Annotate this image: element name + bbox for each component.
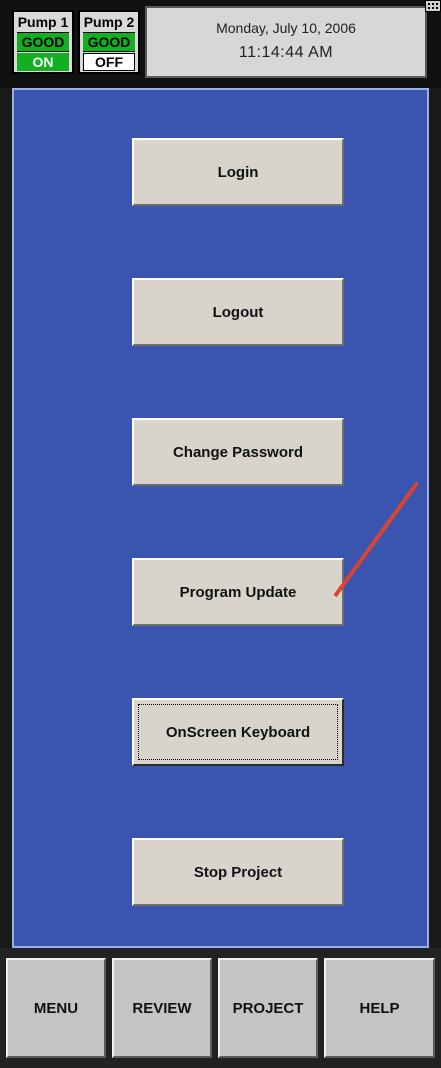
time-label: 11:14:44 AM <box>238 44 334 61</box>
status-header: Pump 1 GOOD ON Pump 2 GOOD OFF Monday, J… <box>0 0 441 88</box>
menu-nav-label: MENU <box>33 999 79 1017</box>
project-nav-label: PROJECT <box>232 999 304 1017</box>
logout-button[interactable]: Logout <box>132 278 344 346</box>
login-button-label: Login <box>217 163 259 181</box>
stop-project-button[interactable]: Stop Project <box>132 838 344 906</box>
pump-2-status: GOOD <box>83 32 135 52</box>
date-label: Monday, July 10, 2006 <box>216 20 356 36</box>
stop-project-button-label: Stop Project <box>193 863 283 881</box>
onscreen-keyboard-button[interactable]: OnScreen Keyboard <box>132 698 344 766</box>
review-nav-label: REVIEW <box>132 999 192 1017</box>
pump-2-state: OFF <box>83 53 135 71</box>
focus-ring <box>138 704 338 760</box>
logout-button-label: Logout <box>212 303 264 321</box>
help-nav-label: HELP <box>359 999 400 1017</box>
pump-1-panel: Pump 1 GOOD ON <box>12 10 74 74</box>
login-button[interactable]: Login <box>132 138 344 206</box>
pump-1-name: Pump 1 <box>17 14 69 30</box>
help-nav-button[interactable]: HELP <box>324 958 435 1058</box>
menu-nav-button[interactable]: MENU <box>6 958 106 1058</box>
date-time-display: Monday, July 10, 2006 11:14:44 AM <box>145 6 427 78</box>
project-nav-button[interactable]: PROJECT <box>218 958 318 1058</box>
pump-2-name: Pump 2 <box>83 14 135 30</box>
review-nav-button[interactable]: REVIEW <box>112 958 212 1058</box>
hmi-screen: Pump 1 GOOD ON Pump 2 GOOD OFF Monday, J… <box>0 0 441 1068</box>
bottom-nav: MENU REVIEW PROJECT HELP <box>0 948 441 1068</box>
program-update-button[interactable]: Program Update <box>132 558 344 626</box>
change-password-button[interactable]: Change Password <box>132 418 344 486</box>
pump-2-panel: Pump 2 GOOD OFF <box>78 10 140 74</box>
keyboard-icon[interactable] <box>425 0 441 12</box>
menu-panel: Login Logout Change Password Program Upd… <box>12 88 429 948</box>
change-password-button-label: Change Password <box>172 443 304 461</box>
pump-1-status: GOOD <box>17 32 69 52</box>
program-update-button-label: Program Update <box>179 583 297 601</box>
pump-1-state: ON <box>17 53 69 71</box>
